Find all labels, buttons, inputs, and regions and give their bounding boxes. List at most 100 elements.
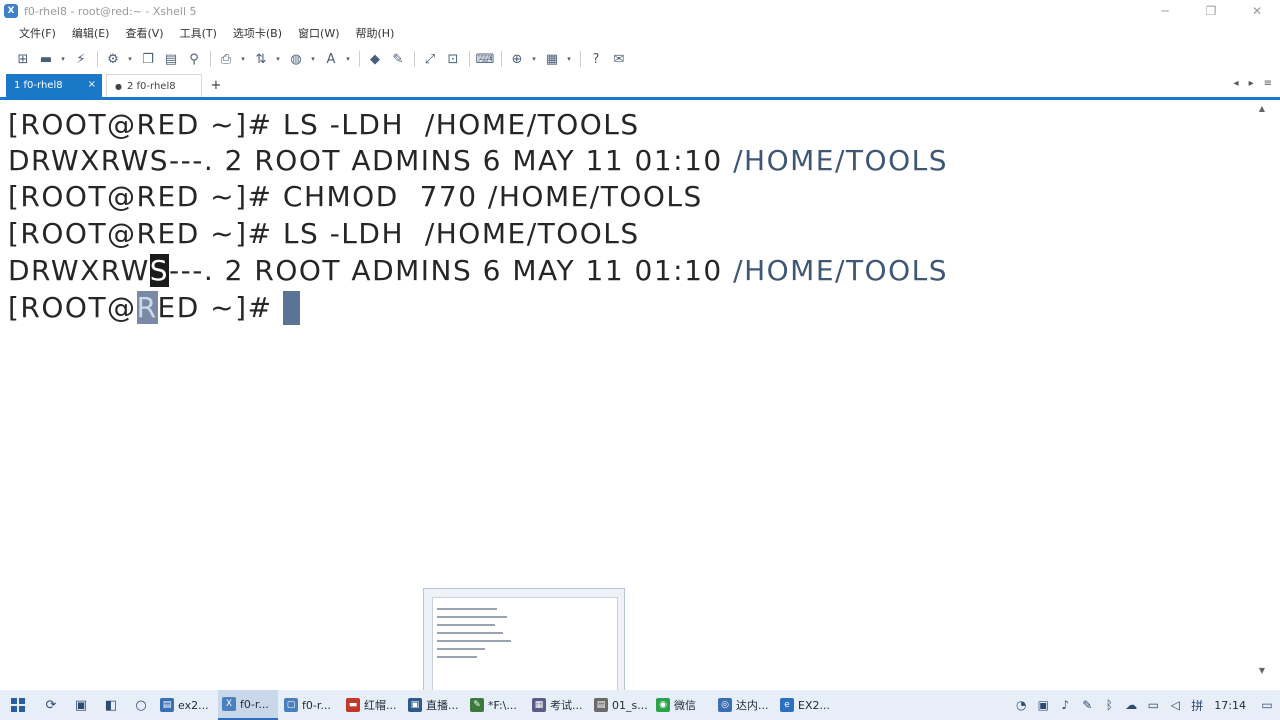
find-icon[interactable]: ⚲ bbox=[185, 50, 203, 68]
tab-session-2[interactable]: ● 2 f0-rhel8 bbox=[106, 74, 202, 97]
taskbar-item[interactable]: ▢ f0-r... bbox=[280, 690, 340, 720]
network-icon[interactable]: ▭ bbox=[1142, 690, 1164, 720]
copy-icon[interactable]: ❐ bbox=[139, 50, 157, 68]
start-button[interactable] bbox=[0, 690, 36, 720]
system-clock[interactable]: 17:14 bbox=[1214, 699, 1246, 712]
taskbar-item-label: f0-r... bbox=[240, 697, 269, 711]
paste-icon[interactable]: ▤ bbox=[162, 50, 180, 68]
taskbar-item[interactable]: ◎ 达内... bbox=[714, 690, 774, 720]
taskbar-item[interactable]: ▦ 考试... bbox=[528, 690, 588, 720]
chevron-down-icon[interactable]: ▾ bbox=[240, 50, 246, 68]
tab-menu-icon[interactable]: ≡ bbox=[1264, 78, 1272, 89]
taskbar-item-label: 考试... bbox=[550, 699, 583, 712]
bluetooth-icon[interactable]: ᛒ bbox=[1098, 690, 1120, 720]
toolbar-divider bbox=[210, 51, 211, 67]
input-method-icon[interactable]: 拼 bbox=[1186, 690, 1208, 720]
scroll-down-icon[interactable]: ▼ bbox=[1256, 665, 1268, 675]
thumbnail-line bbox=[437, 656, 477, 658]
key-icon[interactable]: ✎ bbox=[389, 50, 407, 68]
tab-session-1[interactable]: 1 f0-rhel8 × bbox=[6, 74, 102, 97]
app-icon[interactable]: ◧ bbox=[96, 690, 126, 720]
live-stream-icon: ▣ bbox=[408, 698, 422, 712]
taskbar-item[interactable]: ▣ 直播... bbox=[404, 690, 464, 720]
disconnect-icon[interactable]: ⚡ bbox=[72, 50, 90, 68]
globe-icon[interactable]: ◍ bbox=[287, 50, 305, 68]
pen-icon[interactable]: ✎ bbox=[1076, 690, 1098, 720]
taskbar-item-label: f0-r... bbox=[302, 698, 331, 712]
menu-file[interactable]: 文件(F) bbox=[19, 25, 56, 41]
close-window-button[interactable]: ✕ bbox=[1234, 0, 1280, 22]
tab-close-icon[interactable]: × bbox=[88, 79, 96, 90]
chevron-down-icon[interactable]: ▾ bbox=[127, 50, 133, 68]
tray-app-icon[interactable]: ▣ bbox=[1032, 690, 1054, 720]
menu-bar: 文件(F) 编辑(E) 查看(V) 工具(T) 选项卡(B) 窗口(W) 帮助(… bbox=[0, 22, 1280, 44]
tab-label: 1 f0-rhel8 bbox=[14, 80, 63, 91]
taskbar-item[interactable]: ▤ ex2... bbox=[156, 690, 216, 720]
print-icon[interactable]: ⎙ bbox=[217, 50, 235, 68]
wechat-icon: ◉ bbox=[656, 698, 670, 712]
open-folder-icon[interactable]: ▬ bbox=[37, 50, 55, 68]
taskbar-item-label: 微信 bbox=[674, 699, 696, 712]
windows-logo-icon bbox=[11, 698, 25, 712]
menu-help[interactable]: 帮助(H) bbox=[356, 25, 395, 41]
minimize-button[interactable]: ─ bbox=[1142, 0, 1188, 22]
layout-icon[interactable]: ▦ bbox=[543, 50, 561, 68]
menu-tabs[interactable]: 选项卡(B) bbox=[233, 25, 282, 41]
scroll-up-icon[interactable]: ▲ bbox=[1256, 103, 1268, 113]
taskbar-item[interactable]: e EX2... bbox=[776, 690, 836, 720]
app-tray-icon[interactable]: ◔ bbox=[1010, 690, 1032, 720]
taskbar-item[interactable]: ◉ 微信 bbox=[652, 690, 712, 720]
font-icon[interactable]: A bbox=[322, 50, 340, 68]
refresh-icon[interactable]: ⟳ bbox=[36, 690, 66, 720]
new-tab-button[interactable]: + bbox=[206, 74, 226, 97]
tab-prev-icon[interactable]: ◂ bbox=[1234, 78, 1239, 89]
xftp-icon[interactable]: ◆ bbox=[366, 50, 384, 68]
output-text: ---. 2 ROOT ADMINS 6 MAY 11 01:10 bbox=[169, 254, 734, 287]
taskbar-thumbnail-preview[interactable] bbox=[423, 588, 625, 693]
toolbar: ⊞ ▬ ▾ ⚡ ⚙ ▾ ❐ ▤ ⚲ ⎙ ▾ ⇅ ▾ ◍ ▾ A ▾ ◆ ✎ ⤢ ⊡ ⌨ ⊕ ▾… bbox=[0, 46, 1280, 72]
cloud-icon[interactable]: ☁ bbox=[1120, 690, 1142, 720]
fullscreen-icon[interactable]: ⤢ bbox=[421, 50, 439, 68]
terminal-line: [ROOT@RED ~]# bbox=[8, 291, 300, 325]
notification-icon[interactable]: ▭ bbox=[1254, 690, 1280, 720]
taskbar-item[interactable]: ▤ 01_s... bbox=[590, 690, 650, 720]
windows-taskbar: ⟳ ▣ ◧ ○ ▤ ex2... Xf0-r... ▢ f0-r... ▬ 红帽...… bbox=[0, 690, 1280, 720]
chevron-down-icon[interactable]: ▾ bbox=[275, 50, 281, 68]
taskbar-item[interactable]: ▬ 红帽... bbox=[342, 690, 402, 720]
add-icon[interactable]: ⊕ bbox=[508, 50, 526, 68]
shell-prompt: ED ~]# bbox=[157, 291, 283, 324]
menu-window[interactable]: 窗口(W) bbox=[298, 25, 339, 41]
chevron-down-icon[interactable]: ▾ bbox=[310, 50, 316, 68]
toolbar-divider bbox=[359, 51, 360, 67]
selected-char: R bbox=[136, 291, 158, 324]
thumbnail-line bbox=[437, 616, 507, 618]
new-session-icon[interactable]: ⊞ bbox=[14, 50, 32, 68]
microphone-icon[interactable]: ♪ bbox=[1054, 690, 1076, 720]
exam-icon: ▦ bbox=[532, 698, 546, 712]
chat-icon[interactable]: ✉ bbox=[610, 50, 628, 68]
chevron-down-icon[interactable]: ▾ bbox=[531, 50, 537, 68]
chevron-down-icon[interactable]: ▾ bbox=[60, 50, 66, 68]
taskbar-item[interactable]: ✎ *F:\... bbox=[466, 690, 526, 720]
transfer-icon[interactable]: ⇅ bbox=[252, 50, 270, 68]
menu-view[interactable]: 查看(V) bbox=[125, 25, 163, 41]
chevron-down-icon[interactable]: ▾ bbox=[566, 50, 572, 68]
taskbar-item[interactable]: Xf0-r... bbox=[218, 690, 278, 720]
taskbar-item-label: *F:\... bbox=[488, 698, 517, 712]
menu-edit[interactable]: 编辑(E) bbox=[72, 25, 110, 41]
help-icon[interactable]: ? bbox=[587, 50, 605, 68]
volume-icon[interactable]: ◁ bbox=[1164, 690, 1186, 720]
properties-icon[interactable]: ⚙ bbox=[104, 50, 122, 68]
menu-tools[interactable]: 工具(T) bbox=[180, 25, 217, 41]
keyboard-icon[interactable]: ⌨ bbox=[476, 50, 495, 68]
tab-next-icon[interactable]: ▸ bbox=[1249, 78, 1254, 89]
maximize-button[interactable]: ❐ bbox=[1188, 0, 1234, 22]
task-view-icon[interactable]: ▣ bbox=[66, 690, 96, 720]
chevron-down-icon[interactable]: ▾ bbox=[345, 50, 351, 68]
taskbar-item-label: 达内... bbox=[736, 699, 769, 712]
terminal-area[interactable]: [ROOT@RED ~]# LS -LDH /HOME/TOOLS DRWXRW… bbox=[0, 103, 1268, 690]
lock-icon[interactable]: ⊡ bbox=[444, 50, 462, 68]
notepad-icon: ✎ bbox=[470, 698, 484, 712]
thumbnail-window bbox=[432, 597, 618, 693]
search-icon[interactable]: ○ bbox=[126, 690, 156, 720]
